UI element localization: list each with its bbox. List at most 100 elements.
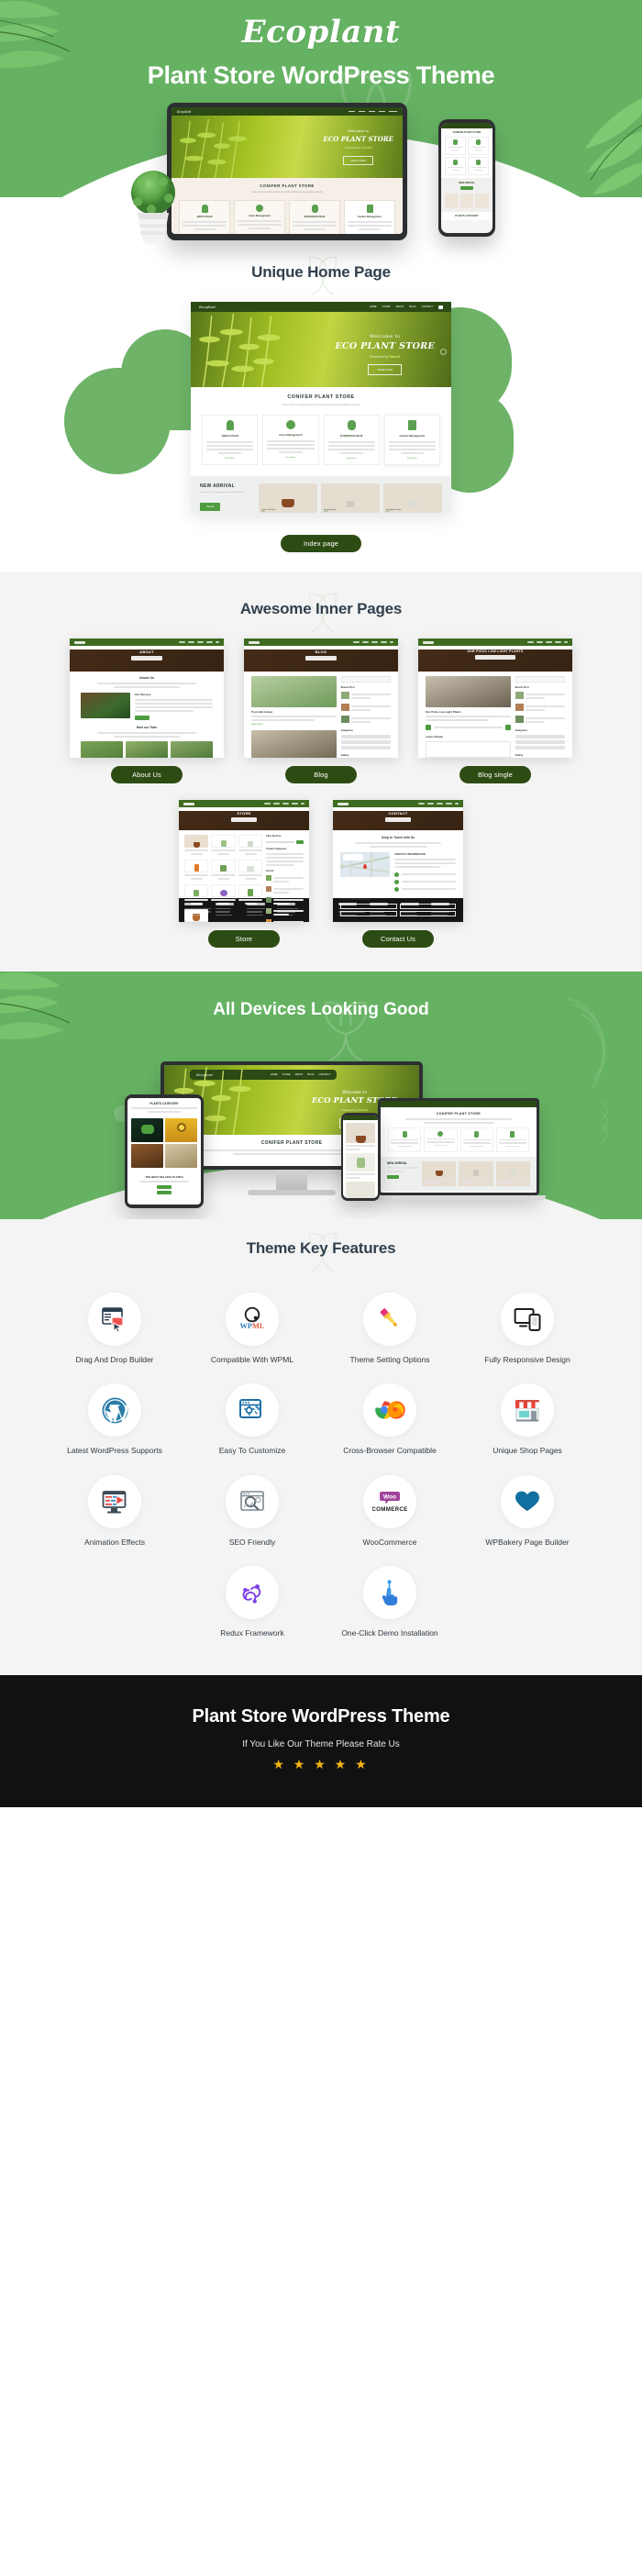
email-icon — [394, 886, 399, 892]
animation-monitor-icon — [88, 1474, 141, 1528]
brand-logo: Ecoplant — [241, 14, 401, 50]
footer-subtitle: If You Like Our Theme Please Rate Us — [242, 1739, 400, 1750]
service-link[interactable]: Read More — [267, 457, 314, 459]
blog-single-button[interactable]: Blog single — [459, 766, 531, 783]
slide-welcome: Welcome to — [347, 128, 370, 133]
section-title: Awesome Inner Pages — [239, 600, 403, 617]
blog-screenshot[interactable]: BLOG Pool with Indoor READ MORE Our Pick… — [244, 638, 398, 758]
blog-button[interactable]: Blog — [285, 766, 357, 783]
service-link[interactable]: Read More — [206, 458, 253, 460]
map-search-box[interactable] — [342, 854, 363, 861]
sidebar-heading: Categories — [515, 729, 527, 732]
footer-section: Plant Store WordPress Theme If You Like … — [0, 1675, 642, 1808]
service-icon — [407, 420, 416, 431]
tablet-cta-button[interactable] — [157, 1185, 172, 1189]
about-cta-button[interactable] — [135, 716, 149, 720]
svg-text:WPML: WPML — [240, 1322, 265, 1330]
preview-card-title: Arbor Management — [249, 214, 271, 217]
nav-link[interactable]: CONTACT — [422, 305, 433, 308]
preview-section-title: CONIFER PLANT STORE — [260, 183, 315, 188]
map-embed[interactable] — [340, 852, 390, 877]
filter-button[interactable] — [296, 840, 304, 844]
sidebar-heading: Recent Post — [515, 686, 529, 689]
slide-brand: PlanOS — [361, 146, 372, 150]
blog-single-screenshot[interactable]: OUR PICKS LOW LIGHT PLANTS Our Picks Low… — [418, 638, 572, 758]
wordpress-icon — [88, 1383, 141, 1438]
preview-about-title: CONIFER PLANT STORE — [287, 394, 355, 400]
slide-headline: ECO PLANT STORE — [323, 135, 393, 143]
inner-pages-section: Awesome Inner Pages ABOUT About Us Our N… — [0, 572, 642, 972]
preview-arrival-button[interactable]: View all — [200, 502, 221, 511]
nav-link[interactable]: BLOG — [409, 305, 415, 308]
svg-text:Woo: Woo — [383, 1493, 396, 1500]
next-post-icon[interactable] — [504, 725, 511, 730]
blog-search-input[interactable] — [340, 676, 391, 683]
phone-mockup: CONIFER PLANT STORE NEW ARRIVAL PLANTS C… — [438, 119, 495, 237]
page-card-about-us: ABOUT About Us Our Nursery Meet our Team… — [70, 638, 224, 783]
preview-hero-button[interactable]: SHOP NOW — [368, 364, 403, 375]
phone-mockup — [341, 1113, 380, 1201]
feature-item: Unique Shop Pages — [459, 1371, 596, 1461]
slide-shop-button[interactable]: SHOP NOW — [343, 156, 373, 165]
blog-search-input[interactable] — [515, 676, 565, 683]
about-us-screenshot[interactable]: ABOUT About Us Our Nursery Meet our Team — [70, 638, 224, 758]
contact-screenshot[interactable]: CONTACT Keep In Touch with Us CONTACT IN… — [333, 800, 463, 922]
inner-pages-row-2: STORE Filter By Price Product Categories… — [0, 800, 642, 948]
service-link[interactable]: Read More — [389, 458, 436, 460]
feature-item: Drag And Drop Builder — [46, 1280, 183, 1371]
feature-item: Latest WordPress Supports — [46, 1371, 183, 1461]
feature-label: Cross-Browser Compatible — [343, 1446, 437, 1456]
feature-item: SEO Friendly — [183, 1462, 321, 1553]
index-page-button[interactable]: Index page — [281, 535, 361, 552]
wpml-icon: WPML — [226, 1293, 279, 1346]
sidebar-heading: Recent Post — [340, 686, 355, 689]
customize-window-icon — [226, 1383, 279, 1438]
nav-link[interactable]: CONTACT — [319, 1073, 330, 1076]
feature-label: Animation Effects — [84, 1537, 145, 1547]
page-card-blog-single: OUR PICKS LOW LIGHT PLANTS Our Picks Low… — [418, 638, 572, 783]
contact-us-button[interactable]: Contact Us — [362, 930, 434, 948]
banner-title: OUR PICKS LOW LIGHT PLANTS — [467, 650, 524, 653]
location-icon — [394, 872, 399, 877]
hero-title: Plant Store WordPress Theme — [147, 61, 495, 89]
prev-post-icon[interactable] — [426, 725, 431, 730]
cart-icon[interactable] — [438, 305, 443, 309]
feature-label: Fully Responsive Design — [484, 1355, 570, 1364]
service-title: Garden Management — [399, 434, 426, 439]
page-card-contact: CONTACT Keep In Touch with Us CONTACT IN… — [333, 800, 463, 948]
tablet-cta-button-2[interactable] — [157, 1191, 172, 1194]
wpbakery-icon — [501, 1474, 554, 1528]
phone-icon — [394, 879, 399, 884]
store-screenshot[interactable]: STORE Filter By Price Product Categories… — [179, 800, 309, 922]
redux-icon — [226, 1565, 279, 1619]
comment-textarea[interactable] — [426, 741, 511, 758]
tablet-mockup: PLANTS CATEGORY THE BEST SELLING PLANTS — [125, 1094, 204, 1208]
home-page-screenshot[interactable]: Ecoplant HOME STORE ABOUT BLOG CONTACT W… — [191, 302, 451, 513]
post-title[interactable]: Pool with Indoor — [251, 710, 337, 714]
home-page-preview-stage: Ecoplant HOME STORE ABOUT BLOG CONTACT W… — [0, 302, 642, 522]
phone-heading: PLANTS CATEGORY — [441, 212, 493, 220]
nav-link[interactable]: ABOUT — [396, 305, 404, 308]
features-grid: Drag And Drop Builder WPML Compatible Wi… — [46, 1280, 596, 1644]
banner-title: ABOUT — [139, 650, 154, 654]
laptop-viewall-button[interactable] — [387, 1175, 399, 1180]
nav-link[interactable]: HOME — [370, 305, 377, 308]
team-heading: Meet our Team — [136, 726, 158, 729]
preview-hero-presented: Presented by — [370, 355, 389, 359]
service-title: ARECA PALM — [221, 434, 238, 439]
woocommerce-icon: Woo COMMERCE — [363, 1474, 416, 1528]
service-link[interactable]: Read More — [328, 458, 375, 460]
nav-link[interactable]: STORE — [382, 305, 391, 308]
tablet-subtitle: THE BEST SELLING PLANTS — [145, 1175, 183, 1179]
rating-stars[interactable]: ★ ★ ★ ★ ★ — [0, 1757, 642, 1772]
tablet-title: PLANTS CATEGORY — [149, 1102, 179, 1105]
about-us-button[interactable]: About Us — [111, 766, 183, 783]
mini-footer — [333, 898, 463, 922]
slider-next-arrow-icon[interactable] — [440, 349, 447, 355]
store-button[interactable]: Store — [208, 930, 280, 948]
mini-nav-logo: Ecoplant — [177, 109, 192, 114]
phone-shop-button[interactable] — [460, 186, 473, 190]
post-title: Our Picks Low Light Plants — [426, 710, 461, 714]
about-heading: About Us — [139, 676, 154, 680]
feature-item: Animation Effects — [46, 1462, 183, 1553]
